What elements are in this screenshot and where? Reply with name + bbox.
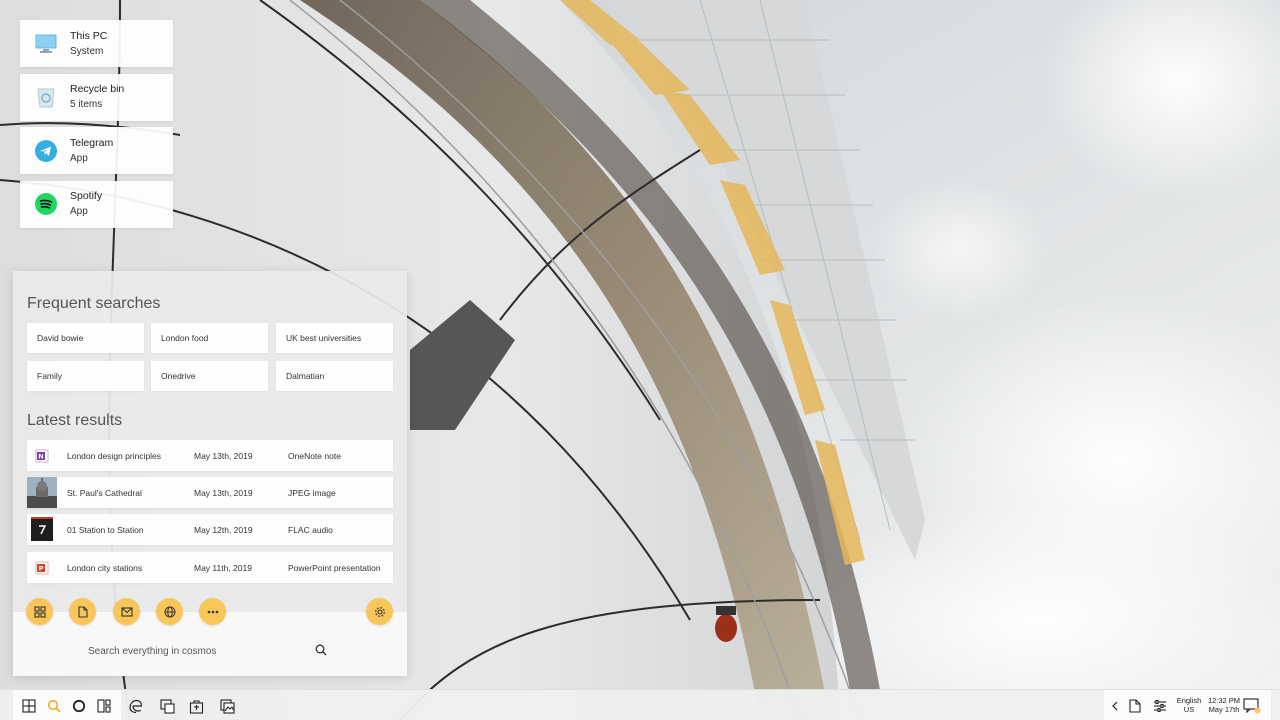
taskbar: English US 12:32 PM May 17th <box>0 689 1280 720</box>
tile-this-pc[interactable]: This PC System <box>20 20 173 67</box>
edge-icon[interactable] <box>125 696 145 716</box>
sliders-icon[interactable] <box>1150 696 1170 716</box>
clock[interactable]: 12:32 PM May 17th <box>1202 696 1246 714</box>
album-art-thumbnail <box>27 514 57 545</box>
desktop-shortcuts: This PC System Recycle bin 5 items Teleg… <box>20 20 173 234</box>
result-row[interactable]: N London design principles May 13th, 201… <box>27 440 393 471</box>
document-icon[interactable] <box>69 598 96 625</box>
spotify-icon <box>34 192 58 216</box>
latest-results-title: Latest results <box>27 412 123 429</box>
result-date: May 13th, 2019 <box>194 487 253 498</box>
result-type: FLAC audio <box>288 524 333 535</box>
frequent-search-chip[interactable]: Family <box>27 361 144 391</box>
result-date: May 11th, 2019 <box>194 562 252 573</box>
notifications-icon[interactable] <box>1242 696 1262 716</box>
chevron-left-icon[interactable] <box>1105 696 1125 716</box>
tile-subtitle: App <box>70 206 88 217</box>
frequent-search-chip[interactable]: David bowie <box>27 323 144 353</box>
result-name: St. Paul's Cathedral <box>67 487 142 498</box>
frequent-search-chip[interactable]: Onedrive <box>151 361 268 391</box>
powerpoint-icon: P <box>27 552 57 583</box>
tile-name: Telegram <box>70 136 114 149</box>
globe-icon[interactable] <box>156 598 183 625</box>
tile-recycle-bin[interactable]: Recycle bin 5 items <box>20 73 173 121</box>
cortana-icon[interactable] <box>69 696 89 716</box>
photos-icon[interactable] <box>217 696 237 716</box>
result-name: London city stations <box>67 562 143 573</box>
result-date: May 13th, 2019 <box>194 450 253 461</box>
onenote-icon: N <box>27 440 57 471</box>
clock-date: May 17th <box>1208 705 1240 714</box>
language-indicator[interactable]: English US <box>1174 696 1204 714</box>
frequent-search-chip[interactable]: Dalmatian <box>276 361 393 391</box>
tile-telegram[interactable]: Telegram App <box>20 127 173 174</box>
monitor-icon <box>34 32 58 56</box>
search-input[interactable] <box>88 642 308 660</box>
result-name: London design principles <box>67 450 162 461</box>
frequent-search-chip[interactable]: London food <box>151 323 268 353</box>
result-type: OneNote note <box>288 450 341 461</box>
language-region: US <box>1183 705 1195 714</box>
result-type: JPEG image <box>288 487 336 498</box>
tile-subtitle: 5 items <box>70 99 103 110</box>
tile-subtitle: System <box>70 45 104 57</box>
tile-name: Recycle bin <box>70 83 125 95</box>
settings-icon[interactable] <box>366 598 393 625</box>
result-row[interactable]: P London city stations May 11th, 2019 Po… <box>27 552 393 583</box>
image-thumbnail <box>27 477 57 508</box>
system-tray: English US 12:32 PM May 17th <box>1104 690 1271 720</box>
task-view-icon[interactable] <box>94 696 114 716</box>
telegram-icon <box>34 139 58 163</box>
search-panel: Frequent searches David bowie London foo… <box>13 271 407 676</box>
taskbar-start-group <box>13 690 121 720</box>
result-date: May 12th, 2019 <box>194 524 253 535</box>
result-row[interactable]: St. Paul's Cathedral May 13th, 2019 JPEG… <box>27 477 393 508</box>
language-name: English <box>1176 696 1202 705</box>
result-name: 01 Station to Station <box>67 524 144 535</box>
tile-name: This PC <box>70 29 108 42</box>
frequent-searches-title: Frequent searches <box>27 295 161 312</box>
svg-text:N: N <box>38 452 43 460</box>
tile-subtitle: App <box>70 152 88 164</box>
frequent-search-chip[interactable]: UK best universities <box>276 323 393 353</box>
window-switch-icon[interactable] <box>157 696 177 716</box>
search-icon[interactable] <box>44 696 64 716</box>
result-type: PowerPoint presentation <box>288 562 381 573</box>
search-icon[interactable] <box>313 642 329 658</box>
windows-icon[interactable] <box>19 696 39 716</box>
panel-actions <box>13 598 407 628</box>
apps-grid-icon[interactable] <box>26 598 53 625</box>
result-row[interactable]: 01 Station to Station May 12th, 2019 FLA… <box>27 514 393 545</box>
document-icon[interactable] <box>1125 696 1145 716</box>
recycle-bin-icon <box>34 85 58 109</box>
svg-text:P: P <box>39 564 44 572</box>
more-icon[interactable] <box>199 598 226 625</box>
store-icon[interactable] <box>186 696 206 716</box>
mail-icon[interactable] <box>113 598 140 625</box>
clock-time: 12:32 PM <box>1207 696 1241 705</box>
tile-name: Spotify <box>70 190 103 202</box>
tile-spotify[interactable]: Spotify App <box>20 180 173 228</box>
